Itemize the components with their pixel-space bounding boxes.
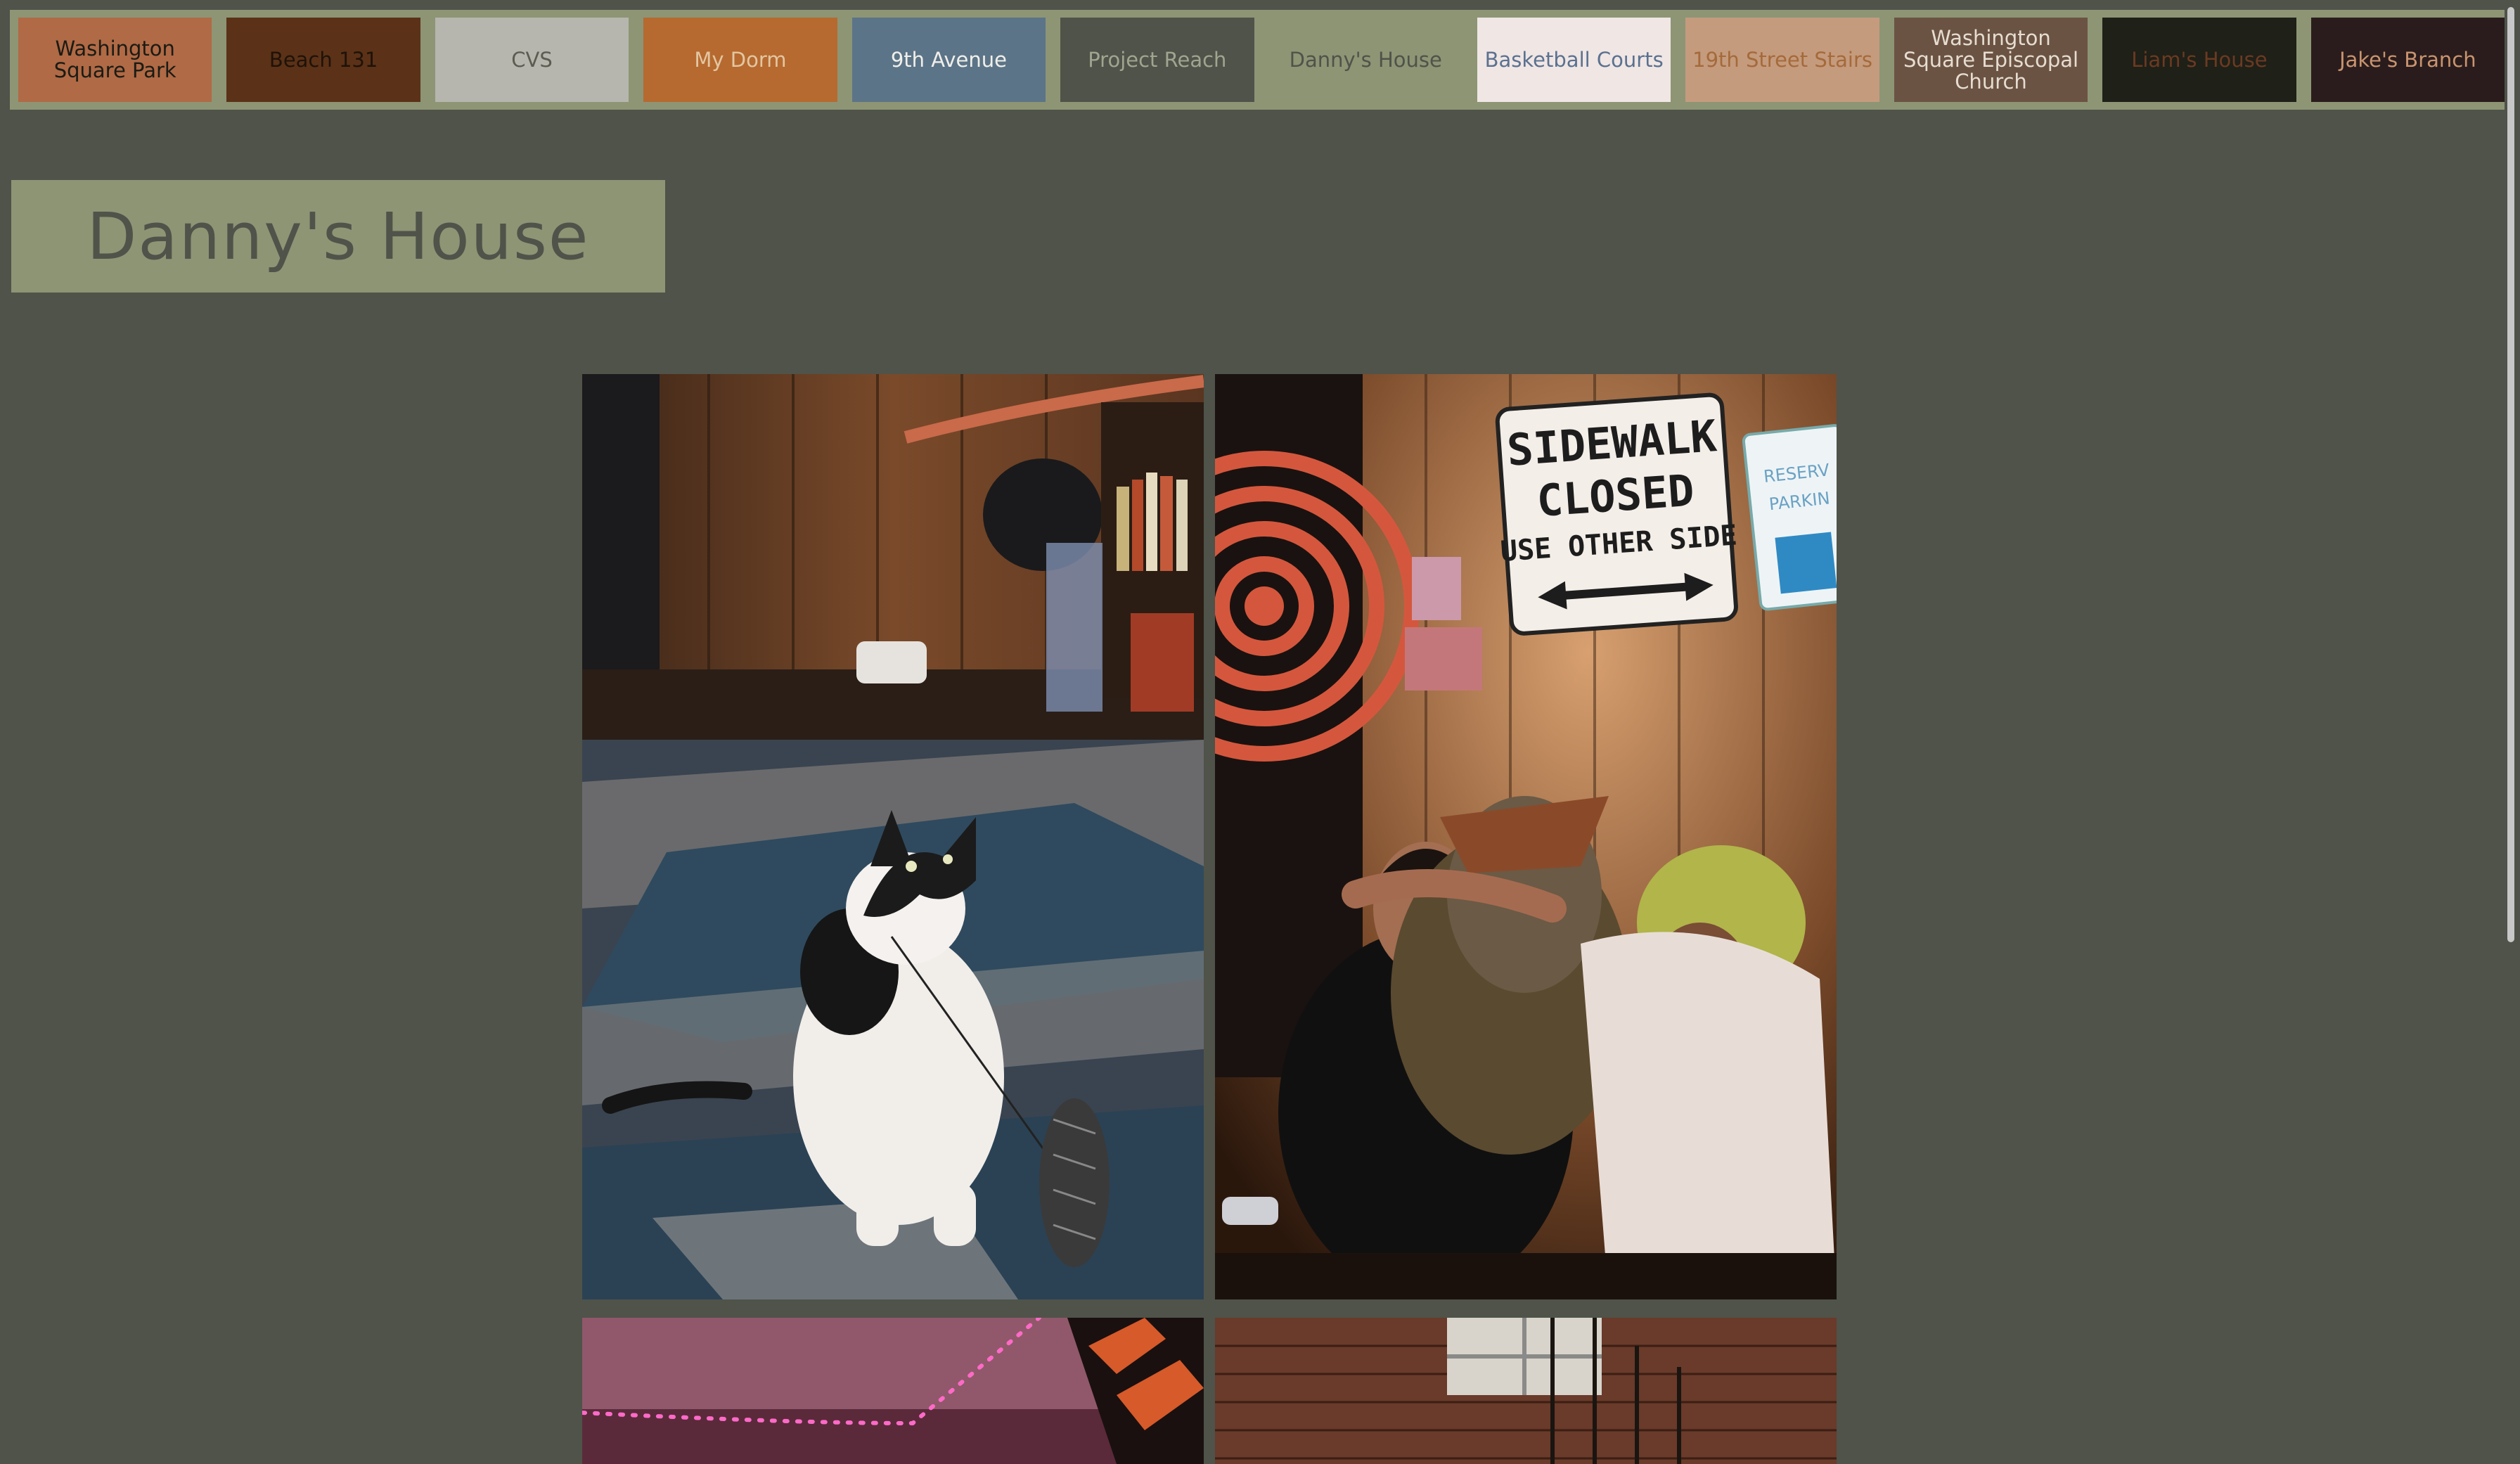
nav-item-washington-square-episcopal-church[interactable]: Washington Square Episcopal Church xyxy=(1894,18,2088,102)
photo-cat-playing xyxy=(582,374,1204,1299)
nav-item-9th-avenue[interactable]: 9th Avenue xyxy=(851,18,1046,102)
top-nav-bar: Washington Square Park Beach 131 CVS My … xyxy=(10,10,2505,110)
nav-item-cvs[interactable]: CVS xyxy=(435,18,629,102)
nav-item-beach-131[interactable]: Beach 131 xyxy=(226,18,420,102)
nav-item-liams-house[interactable]: Liam's House xyxy=(2102,18,2296,102)
photo-bedroom-lights xyxy=(582,1318,1204,1464)
nav-item-basketball-courts[interactable]: Basketball Courts xyxy=(1477,18,1671,102)
page-title: Danny's House xyxy=(86,198,590,274)
nav-item-dannys-house[interactable]: Danny's House xyxy=(1268,18,1462,102)
nav-item-my-dorm[interactable]: My Dorm xyxy=(643,18,837,102)
scrollbar-thumb[interactable] xyxy=(2507,7,2514,942)
photo-brick-building xyxy=(1215,1318,1837,1464)
sign-text-closed: CLOSED xyxy=(1535,465,1696,527)
nav-item-washington-square-park[interactable]: Washington Square Park xyxy=(18,18,212,102)
nav-item-project-reach[interactable]: Project Reach xyxy=(1060,18,1254,102)
nav-item-jakes-branch[interactable]: Jake's Branch xyxy=(2310,18,2505,102)
nav-item-19th-street-stairs[interactable]: 19th Street Stairs xyxy=(1685,18,1879,102)
photo-friends-gaming: SIDEWALK CLOSED USE OTHER SIDE RESERV PA… xyxy=(1215,374,1837,1299)
page-title-box: Danny's House xyxy=(11,180,665,293)
page-scrollbar[interactable] xyxy=(2500,0,2520,1464)
